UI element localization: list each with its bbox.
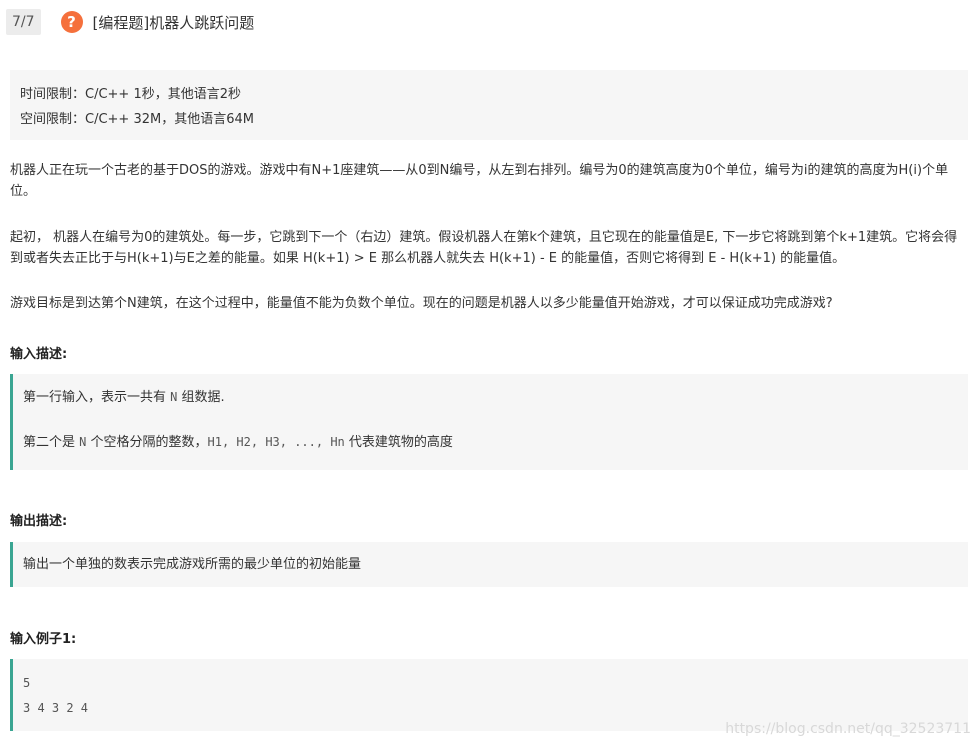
example-line-1: 5: [23, 676, 31, 690]
input-desc-line-1-text-b: 组数据.: [177, 390, 225, 405]
limits-box: 时间限制：C/C++ 1秒，其他语言2秒 空间限制：C/C++ 32M，其他语言…: [10, 70, 968, 140]
progress-badge: 7/7: [6, 9, 41, 35]
input-desc-title: 输入描述:: [10, 347, 68, 362]
output-desc-title: 输出描述:: [10, 514, 68, 529]
time-limit: 时间限制：C/C++ 1秒，其他语言2秒: [20, 87, 241, 102]
input-desc-line-1: 第一行输入，表示一共有 N 组数据.: [23, 386, 968, 409]
input-desc-line-2: 第二个是 N 个空格分隔的整数，H1, H2, H3, ..., Hn 代表建筑…: [23, 431, 968, 454]
watermark: https://blog.csdn.net/qq_32523711: [725, 721, 971, 737]
output-desc-box: 输出一个单独的数表示完成游戏所需的最少单位的初始能量: [10, 542, 968, 587]
description-paragraph-2: 起初， 机器人在编号为0的建筑处。每一步，它跳到下一个（右边）建筑。假设机器人在…: [10, 230, 958, 266]
description-paragraph-3: 游戏目标是到达第个N建筑，在这个过程中，能量值不能为负数个单位。现在的问题是机器…: [10, 296, 833, 311]
input-desc-line-2-text-b: 个空格分隔的整数，: [86, 435, 208, 450]
input-desc-line-2-text-c: 代表建筑物的高度: [344, 435, 453, 450]
example-title: 输入例子1:: [10, 632, 77, 647]
input-desc-line-2-text-a: 第二个是: [23, 435, 80, 450]
output-desc-text: 输出一个单独的数表示完成游戏所需的最少单位的初始能量: [23, 557, 362, 572]
question-icon: ?: [60, 11, 83, 33]
input-desc-line-2-code2: H1, H2, H3, ..., Hn: [207, 435, 345, 449]
description-paragraph-1: 机器人正在玩一个古老的基于DOS的游戏。游戏中有N+1座建筑——从0到N编号，从…: [10, 163, 949, 199]
space-limit: 空间限制：C/C++ 32M，其他语言64M: [20, 112, 254, 127]
page: 7/7 ? [编程题]机器人跳跃问题 时间限制：C/C++ 1秒，其他语言2秒 …: [0, 0, 977, 745]
input-desc-line-1-text-a: 第一行输入，表示一共有: [23, 390, 171, 405]
example-line-2: 3 4 3 2 4: [23, 701, 89, 715]
question-header: 7/7 ? [编程题]机器人跳跃问题: [0, 6, 254, 38]
question-title: [编程题]机器人跳跃问题: [92, 13, 255, 32]
input-desc-box: 第一行输入，表示一共有 N 组数据. 第二个是 N 个空格分隔的整数，H1, H…: [10, 374, 968, 470]
